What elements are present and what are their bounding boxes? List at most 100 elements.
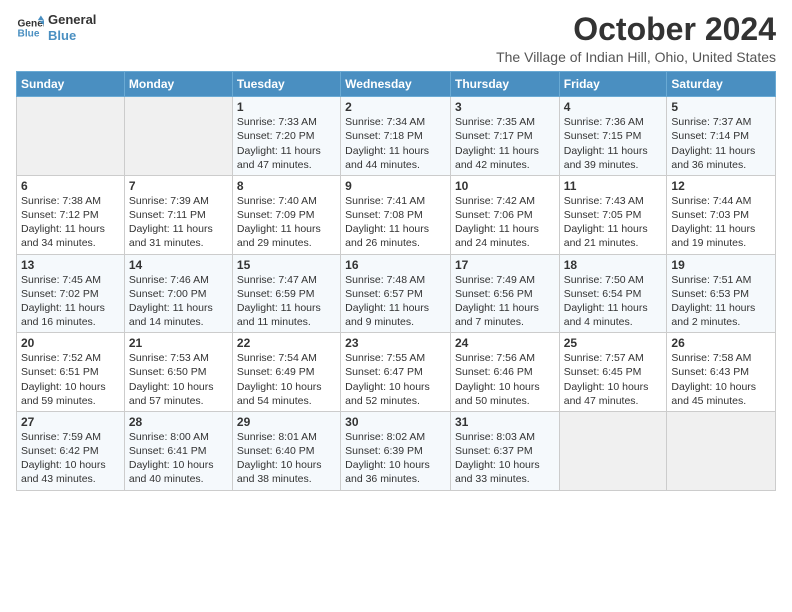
table-row: 9Sunrise: 7:41 AM Sunset: 7:08 PM Daylig… bbox=[341, 175, 451, 254]
calendar-week-row: 6Sunrise: 7:38 AM Sunset: 7:12 PM Daylig… bbox=[17, 175, 776, 254]
day-number: 31 bbox=[455, 415, 555, 429]
table-row: 24Sunrise: 7:56 AM Sunset: 6:46 PM Dayli… bbox=[450, 333, 559, 412]
day-info: Sunrise: 8:03 AM Sunset: 6:37 PM Dayligh… bbox=[455, 430, 555, 487]
day-info: Sunrise: 7:39 AM Sunset: 7:11 PM Dayligh… bbox=[129, 194, 228, 251]
day-number: 4 bbox=[564, 100, 663, 114]
calendar-header-row: Sunday Monday Tuesday Wednesday Thursday… bbox=[17, 72, 776, 97]
table-row: 28Sunrise: 8:00 AM Sunset: 6:41 PM Dayli… bbox=[124, 411, 232, 490]
day-number: 28 bbox=[129, 415, 228, 429]
day-info: Sunrise: 8:01 AM Sunset: 6:40 PM Dayligh… bbox=[237, 430, 336, 487]
col-friday: Friday bbox=[559, 72, 667, 97]
day-number: 9 bbox=[345, 179, 446, 193]
table-row: 3Sunrise: 7:35 AM Sunset: 7:17 PM Daylig… bbox=[450, 97, 559, 176]
table-row: 22Sunrise: 7:54 AM Sunset: 6:49 PM Dayli… bbox=[232, 333, 340, 412]
table-row: 26Sunrise: 7:58 AM Sunset: 6:43 PM Dayli… bbox=[667, 333, 776, 412]
day-number: 16 bbox=[345, 258, 446, 272]
table-row: 20Sunrise: 7:52 AM Sunset: 6:51 PM Dayli… bbox=[17, 333, 125, 412]
table-row: 13Sunrise: 7:45 AM Sunset: 7:02 PM Dayli… bbox=[17, 254, 125, 333]
day-number: 2 bbox=[345, 100, 446, 114]
day-info: Sunrise: 7:51 AM Sunset: 6:53 PM Dayligh… bbox=[671, 273, 771, 330]
col-saturday: Saturday bbox=[667, 72, 776, 97]
logo-icon: General Blue bbox=[16, 14, 44, 42]
day-number: 6 bbox=[21, 179, 120, 193]
day-number: 30 bbox=[345, 415, 446, 429]
day-info: Sunrise: 7:37 AM Sunset: 7:14 PM Dayligh… bbox=[671, 115, 771, 172]
day-number: 11 bbox=[564, 179, 663, 193]
day-info: Sunrise: 7:47 AM Sunset: 6:59 PM Dayligh… bbox=[237, 273, 336, 330]
logo: General Blue General Blue bbox=[16, 12, 96, 43]
title-block: October 2024 The Village of Indian Hill,… bbox=[496, 12, 776, 65]
table-row: 5Sunrise: 7:37 AM Sunset: 7:14 PM Daylig… bbox=[667, 97, 776, 176]
day-info: Sunrise: 8:02 AM Sunset: 6:39 PM Dayligh… bbox=[345, 430, 446, 487]
table-row: 11Sunrise: 7:43 AM Sunset: 7:05 PM Dayli… bbox=[559, 175, 667, 254]
day-info: Sunrise: 8:00 AM Sunset: 6:41 PM Dayligh… bbox=[129, 430, 228, 487]
day-number: 18 bbox=[564, 258, 663, 272]
day-info: Sunrise: 7:33 AM Sunset: 7:20 PM Dayligh… bbox=[237, 115, 336, 172]
day-info: Sunrise: 7:52 AM Sunset: 6:51 PM Dayligh… bbox=[21, 351, 120, 408]
day-info: Sunrise: 7:53 AM Sunset: 6:50 PM Dayligh… bbox=[129, 351, 228, 408]
col-monday: Monday bbox=[124, 72, 232, 97]
col-sunday: Sunday bbox=[17, 72, 125, 97]
day-info: Sunrise: 7:48 AM Sunset: 6:57 PM Dayligh… bbox=[345, 273, 446, 330]
day-info: Sunrise: 7:59 AM Sunset: 6:42 PM Dayligh… bbox=[21, 430, 120, 487]
table-row bbox=[17, 97, 125, 176]
calendar-table: Sunday Monday Tuesday Wednesday Thursday… bbox=[16, 71, 776, 490]
day-number: 5 bbox=[671, 100, 771, 114]
day-number: 23 bbox=[345, 336, 446, 350]
calendar-week-row: 1Sunrise: 7:33 AM Sunset: 7:20 PM Daylig… bbox=[17, 97, 776, 176]
logo-text-blue: Blue bbox=[48, 28, 96, 44]
day-info: Sunrise: 7:35 AM Sunset: 7:17 PM Dayligh… bbox=[455, 115, 555, 172]
col-thursday: Thursday bbox=[450, 72, 559, 97]
day-number: 1 bbox=[237, 100, 336, 114]
table-row bbox=[667, 411, 776, 490]
day-number: 10 bbox=[455, 179, 555, 193]
day-info: Sunrise: 7:45 AM Sunset: 7:02 PM Dayligh… bbox=[21, 273, 120, 330]
table-row: 10Sunrise: 7:42 AM Sunset: 7:06 PM Dayli… bbox=[450, 175, 559, 254]
table-row: 16Sunrise: 7:48 AM Sunset: 6:57 PM Dayli… bbox=[341, 254, 451, 333]
table-row: 25Sunrise: 7:57 AM Sunset: 6:45 PM Dayli… bbox=[559, 333, 667, 412]
day-number: 12 bbox=[671, 179, 771, 193]
day-info: Sunrise: 7:57 AM Sunset: 6:45 PM Dayligh… bbox=[564, 351, 663, 408]
day-info: Sunrise: 7:50 AM Sunset: 6:54 PM Dayligh… bbox=[564, 273, 663, 330]
table-row: 6Sunrise: 7:38 AM Sunset: 7:12 PM Daylig… bbox=[17, 175, 125, 254]
day-info: Sunrise: 7:34 AM Sunset: 7:18 PM Dayligh… bbox=[345, 115, 446, 172]
table-row: 14Sunrise: 7:46 AM Sunset: 7:00 PM Dayli… bbox=[124, 254, 232, 333]
calendar-title: October 2024 bbox=[496, 12, 776, 47]
day-info: Sunrise: 7:44 AM Sunset: 7:03 PM Dayligh… bbox=[671, 194, 771, 251]
day-number: 22 bbox=[237, 336, 336, 350]
header: General Blue General Blue October 2024 T… bbox=[16, 12, 776, 65]
day-info: Sunrise: 7:40 AM Sunset: 7:09 PM Dayligh… bbox=[237, 194, 336, 251]
day-number: 19 bbox=[671, 258, 771, 272]
calendar-week-row: 20Sunrise: 7:52 AM Sunset: 6:51 PM Dayli… bbox=[17, 333, 776, 412]
table-row: 17Sunrise: 7:49 AM Sunset: 6:56 PM Dayli… bbox=[450, 254, 559, 333]
table-row: 21Sunrise: 7:53 AM Sunset: 6:50 PM Dayli… bbox=[124, 333, 232, 412]
table-row: 23Sunrise: 7:55 AM Sunset: 6:47 PM Dayli… bbox=[341, 333, 451, 412]
table-row bbox=[559, 411, 667, 490]
day-info: Sunrise: 7:49 AM Sunset: 6:56 PM Dayligh… bbox=[455, 273, 555, 330]
table-row: 7Sunrise: 7:39 AM Sunset: 7:11 PM Daylig… bbox=[124, 175, 232, 254]
day-number: 7 bbox=[129, 179, 228, 193]
table-row: 2Sunrise: 7:34 AM Sunset: 7:18 PM Daylig… bbox=[341, 97, 451, 176]
table-row: 8Sunrise: 7:40 AM Sunset: 7:09 PM Daylig… bbox=[232, 175, 340, 254]
day-info: Sunrise: 7:55 AM Sunset: 6:47 PM Dayligh… bbox=[345, 351, 446, 408]
day-number: 15 bbox=[237, 258, 336, 272]
calendar-week-row: 27Sunrise: 7:59 AM Sunset: 6:42 PM Dayli… bbox=[17, 411, 776, 490]
table-row: 12Sunrise: 7:44 AM Sunset: 7:03 PM Dayli… bbox=[667, 175, 776, 254]
day-number: 27 bbox=[21, 415, 120, 429]
day-number: 21 bbox=[129, 336, 228, 350]
page: General Blue General Blue October 2024 T… bbox=[0, 0, 792, 612]
table-row: 30Sunrise: 8:02 AM Sunset: 6:39 PM Dayli… bbox=[341, 411, 451, 490]
calendar-week-row: 13Sunrise: 7:45 AM Sunset: 7:02 PM Dayli… bbox=[17, 254, 776, 333]
day-number: 29 bbox=[237, 415, 336, 429]
day-info: Sunrise: 7:56 AM Sunset: 6:46 PM Dayligh… bbox=[455, 351, 555, 408]
svg-text:Blue: Blue bbox=[18, 28, 40, 39]
day-number: 17 bbox=[455, 258, 555, 272]
table-row: 15Sunrise: 7:47 AM Sunset: 6:59 PM Dayli… bbox=[232, 254, 340, 333]
day-number: 20 bbox=[21, 336, 120, 350]
day-info: Sunrise: 7:41 AM Sunset: 7:08 PM Dayligh… bbox=[345, 194, 446, 251]
table-row: 31Sunrise: 8:03 AM Sunset: 6:37 PM Dayli… bbox=[450, 411, 559, 490]
day-number: 26 bbox=[671, 336, 771, 350]
day-info: Sunrise: 7:42 AM Sunset: 7:06 PM Dayligh… bbox=[455, 194, 555, 251]
table-row: 27Sunrise: 7:59 AM Sunset: 6:42 PM Dayli… bbox=[17, 411, 125, 490]
day-number: 3 bbox=[455, 100, 555, 114]
